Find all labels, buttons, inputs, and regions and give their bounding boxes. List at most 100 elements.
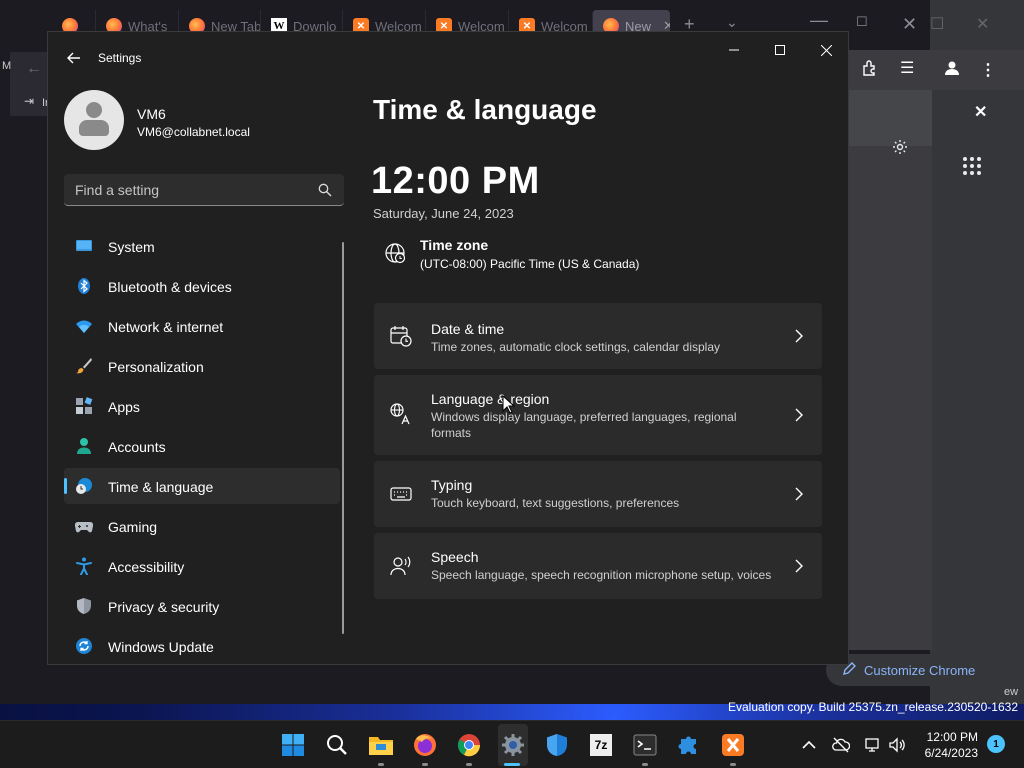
card-description: Windows display language, preferred lang… xyxy=(431,410,737,440)
taskbar-time: 12:00 PM xyxy=(926,730,978,744)
timezone-title: Time zone xyxy=(420,237,489,253)
current-time: 12:00 PM xyxy=(371,160,540,202)
sidebar-item-label: Apps xyxy=(108,399,140,415)
firefox-button[interactable] xyxy=(412,732,438,758)
chevron-right-icon xyxy=(795,487,803,501)
close-button[interactable] xyxy=(806,40,846,60)
paintbrush-icon xyxy=(76,358,92,374)
defender-icon xyxy=(547,734,567,756)
sidebar-item-personalization[interactable]: Personalization xyxy=(64,348,340,384)
sidebar-item-gaming[interactable]: Gaming xyxy=(64,508,340,544)
maximize-icon[interactable]: ☐ xyxy=(856,14,868,30)
search-icon[interactable] xyxy=(318,183,332,197)
title-bar: Settings xyxy=(48,32,848,84)
sidebar-item-windows-update[interactable]: Windows Update xyxy=(64,628,340,664)
settings-button[interactable] xyxy=(500,732,526,758)
card-description: Speech language, speech recognition micr… xyxy=(431,568,772,582)
xampp-icon xyxy=(722,734,744,756)
notification-badge[interactable]: 1 xyxy=(987,735,1005,753)
close-icon[interactable]: ✕ xyxy=(902,14,917,35)
chrome-window: ☐ ✕ ⋮ ✕ ew xyxy=(930,0,1024,704)
sidebar-item-label: Privacy & security xyxy=(108,599,220,615)
calendar-clock-icon xyxy=(390,326,412,347)
sidebar-item-accessibility[interactable]: Accessibility xyxy=(64,548,340,584)
back-button[interactable] xyxy=(64,48,84,68)
start-button[interactable] xyxy=(280,732,306,758)
shield-icon xyxy=(77,598,91,614)
wifi-icon xyxy=(76,320,92,333)
sidebar-item-privacy[interactable]: Privacy & security xyxy=(64,588,340,624)
chrome-button[interactable] xyxy=(456,732,482,758)
customize-chrome-label: Customize Chrome xyxy=(864,662,976,678)
sidebar-item-label: Windows Update xyxy=(108,639,214,655)
speech-card[interactable]: Speech Speech language, speech recogniti… xyxy=(374,533,822,599)
xampp-button[interactable] xyxy=(720,732,746,758)
sidebar-item-time-language[interactable]: Time & language xyxy=(64,468,340,504)
close-icon[interactable]: ✕ xyxy=(976,14,989,34)
sidebar-item-network[interactable]: Network & internet xyxy=(64,308,340,344)
typing-card[interactable]: Typing Touch keyboard, text suggestions,… xyxy=(374,461,822,527)
sidebar-item-apps[interactable]: Apps xyxy=(64,388,340,424)
start-icon xyxy=(282,734,304,756)
maximize-button[interactable] xyxy=(760,40,800,60)
minimize-button[interactable] xyxy=(714,40,754,60)
close-icon[interactable]: ✕ xyxy=(974,102,987,122)
file-explorer-button[interactable] xyxy=(368,732,394,758)
volume-icon[interactable] xyxy=(888,736,906,754)
running-indicator xyxy=(466,763,472,766)
card-title: Date & time xyxy=(431,321,505,337)
chevron-down-icon[interactable]: ⌄ xyxy=(726,14,738,31)
sidebar-item-label: Time & language xyxy=(108,479,214,495)
chevron-up-icon[interactable] xyxy=(800,736,818,754)
7zip-icon: 7z xyxy=(590,734,612,756)
more-menu-icon[interactable]: ⋮ xyxy=(980,60,996,80)
gamepad-icon xyxy=(75,521,93,533)
chrome-content-area: ☰ xyxy=(848,50,932,650)
user-profile[interactable]: VM6 VM6@collabnet.local xyxy=(64,90,364,154)
minimize-icon xyxy=(729,49,739,51)
avatar[interactable] xyxy=(64,90,124,150)
chevron-right-icon xyxy=(795,559,803,573)
maximize-icon[interactable]: ☐ xyxy=(930,14,944,34)
sidebar-item-label: Accessibility xyxy=(108,559,185,575)
sidebar-item-label: Gaming xyxy=(108,519,158,535)
puzzle-app-icon xyxy=(678,736,696,754)
apps-grid-icon[interactable] xyxy=(962,156,982,181)
chrome-icon xyxy=(457,734,481,757)
bluetooth-icon xyxy=(78,278,90,294)
running-indicator xyxy=(378,763,384,766)
profile-icon[interactable] xyxy=(944,60,960,76)
taskbar-clock[interactable]: 12:00 PM 6/24/2023 xyxy=(925,729,978,761)
timezone-globe-icon xyxy=(385,243,406,264)
network-icon[interactable] xyxy=(864,736,882,754)
sign-in-icon[interactable]: ⇥ xyxy=(24,94,34,108)
app-title: Settings xyxy=(98,51,142,65)
minimize-icon[interactable]: — xyxy=(810,10,828,31)
sidebar-item-accounts[interactable]: Accounts xyxy=(64,428,340,464)
hamburger-menu-icon[interactable]: ☰ xyxy=(900,58,914,78)
customize-chrome-button[interactable]: Customize Chrome xyxy=(826,654,990,686)
sidebar-scrollbar[interactable] xyxy=(342,242,344,634)
gear-icon[interactable] xyxy=(892,139,908,160)
terminal-button[interactable] xyxy=(632,732,658,758)
7zip-button[interactable]: 7z xyxy=(588,732,614,758)
sidebar-item-label: Accounts xyxy=(108,439,166,455)
account-icon xyxy=(77,438,91,454)
language-region-card[interactable]: Language & region Windows display langua… xyxy=(374,375,822,455)
windows-security-button[interactable] xyxy=(544,732,570,758)
system-monitor-icon xyxy=(76,240,92,251)
update-icon xyxy=(76,638,92,654)
chrome-sidebar-header xyxy=(848,90,932,146)
extensions-icon[interactable] xyxy=(862,60,878,81)
sidebar-item-label: Network & internet xyxy=(108,319,224,335)
cloud-offline-icon[interactable] xyxy=(832,736,850,754)
language-icon xyxy=(390,403,410,425)
date-time-card[interactable]: Date & time Time zones, automatic clock … xyxy=(374,303,822,369)
active-indicator xyxy=(504,763,520,766)
sidebar-item-bluetooth[interactable]: Bluetooth & devices xyxy=(64,268,340,304)
puzzle-app-button[interactable] xyxy=(676,732,702,758)
back-arrow-icon[interactable]: ← xyxy=(26,60,42,78)
search-input[interactable] xyxy=(64,174,304,205)
sidebar-item-system[interactable]: System xyxy=(64,228,340,264)
search-button[interactable] xyxy=(324,732,350,758)
